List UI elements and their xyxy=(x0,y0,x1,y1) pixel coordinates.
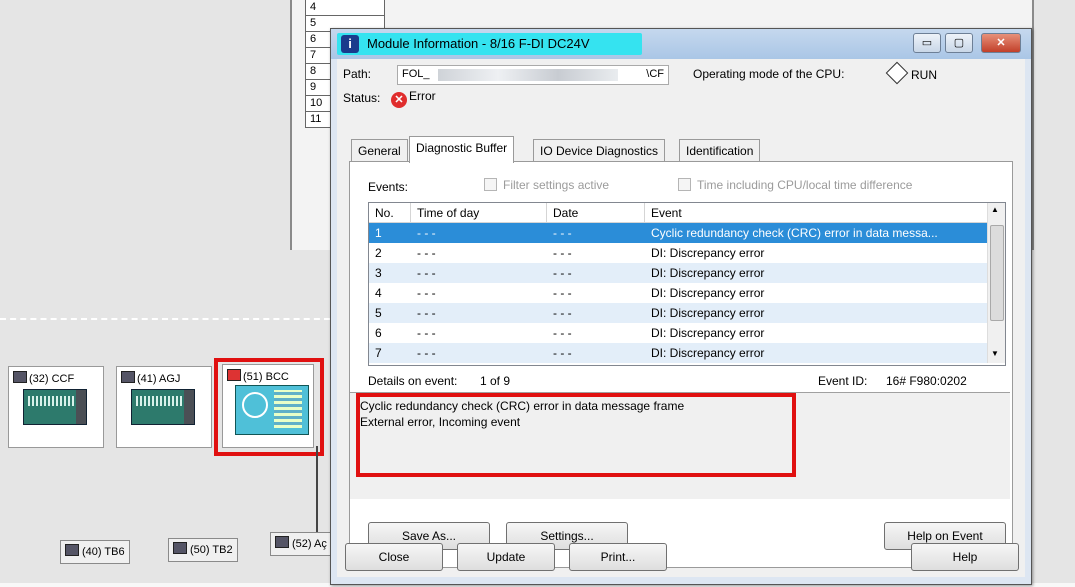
path-redacted xyxy=(438,69,618,81)
diagnostic-buffer-panel: Events: Filter settings active Time incl… xyxy=(349,161,1013,568)
device-52[interactable]: (52) Aç xyxy=(270,532,332,556)
run-diamond-icon xyxy=(885,61,909,85)
details-line: Cyclic redundancy check (CRC) error in d… xyxy=(360,399,685,413)
error-icon: ✕ xyxy=(391,92,407,108)
device-label: (32) CCF xyxy=(29,373,75,385)
device-label: (51) BCC xyxy=(243,371,289,383)
table-row[interactable]: 5 - - - - - - DI: Discrepancy error xyxy=(369,303,987,323)
path-value-end: \CF xyxy=(646,68,664,80)
module-information-dialog: i Module Information - 8/16 F-DI DC24V ▭… xyxy=(330,28,1032,585)
scrollbar-thumb[interactable] xyxy=(990,225,1004,321)
operating-mode-value: RUN xyxy=(885,61,937,85)
device-icon xyxy=(13,371,27,383)
device-icon xyxy=(121,371,135,383)
status-label: Status: xyxy=(343,91,381,105)
device-error-icon xyxy=(227,369,241,381)
close-button[interactable]: Close xyxy=(345,543,443,571)
device-label: (41) AGJ xyxy=(137,373,181,385)
path-label: Path: xyxy=(343,67,372,81)
dialog-title: Module Information - 8/16 F-DI DC24V xyxy=(367,36,590,51)
checkbox-icon xyxy=(484,178,497,191)
path-field[interactable]: FOL_ \CF xyxy=(397,65,669,85)
rack-image xyxy=(23,389,87,425)
et200-image xyxy=(235,385,309,435)
time-including-checkbox[interactable]: Time including CPU/local time difference xyxy=(678,178,912,192)
device-icon xyxy=(65,544,79,556)
device-icon xyxy=(275,536,289,548)
device-bcc[interactable]: (51) BCC xyxy=(222,364,314,448)
device-tb6[interactable]: (40) TB6 xyxy=(60,540,130,564)
column-header-no[interactable]: No. xyxy=(369,203,411,223)
update-button[interactable]: Update xyxy=(457,543,555,571)
minimize-button[interactable]: ▭ xyxy=(913,33,941,53)
print-button[interactable]: Print... xyxy=(569,543,667,571)
table-row[interactable]: 7 - - - - - - DI: Discrepancy error xyxy=(369,343,987,363)
table-row[interactable]: 3 - - - - - - DI: Discrepancy error xyxy=(369,263,987,283)
table-row[interactable]: 6 - - - - - - DI: Discrepancy error xyxy=(369,323,987,343)
tab-io-device-diagnostics[interactable]: IO Device Diagnostics xyxy=(533,139,666,162)
maximize-button[interactable]: ▢ xyxy=(945,33,973,53)
device-tb2[interactable]: (50) TB2 xyxy=(168,538,238,562)
help-button[interactable]: Help xyxy=(911,543,1019,571)
tab-identification[interactable]: Identification xyxy=(679,139,761,162)
device-ccf[interactable]: (32) CCF xyxy=(8,366,104,448)
filter-checkbox[interactable]: Filter settings active xyxy=(484,178,609,192)
operating-mode-label: Operating mode of the CPU: xyxy=(693,67,845,81)
tab-diagnostic-buffer[interactable]: Diagnostic Buffer xyxy=(409,136,515,163)
details-line: External error, Incoming event xyxy=(360,415,521,429)
network-dashed-line xyxy=(0,318,330,320)
table-row[interactable]: 2 - - - - - - DI: Discrepancy error xyxy=(369,243,987,263)
events-table[interactable]: No. Time of day Date Event 1 - - - - - -… xyxy=(368,202,1006,366)
device-agj[interactable]: (41) AGJ xyxy=(116,366,212,448)
close-icon[interactable]: ✕ xyxy=(981,33,1021,53)
column-header-date[interactable]: Date xyxy=(547,203,645,223)
slot-row[interactable]: 4 xyxy=(305,0,385,16)
connection-line xyxy=(316,446,318,536)
table-row[interactable]: 1 - - - - - - Cyclic redundancy check (C… xyxy=(369,223,987,243)
scroll-up-icon[interactable]: ▲ xyxy=(991,205,999,214)
dialog-content: Path: FOL_ \CF Operating mode of the CPU… xyxy=(337,59,1025,577)
details-position: 1 of 9 xyxy=(480,374,511,388)
event-id-label: Event ID: xyxy=(818,374,868,388)
scroll-down-icon[interactable]: ▼ xyxy=(991,349,999,358)
event-details-box[interactable]: Cyclic redundancy check (CRC) error in d… xyxy=(350,392,1010,499)
vertical-scrollbar[interactable]: ▲ ▼ xyxy=(987,203,1005,363)
column-header-event[interactable]: Event xyxy=(645,203,987,223)
info-icon: i xyxy=(341,35,359,53)
device-icon xyxy=(173,542,187,554)
table-row[interactable]: 4 - - - - - - DI: Discrepancy error xyxy=(369,283,987,303)
event-id-value: 16# F980:0202 xyxy=(886,374,967,388)
status-value: ✕ Error xyxy=(391,89,436,108)
column-header-time[interactable]: Time of day xyxy=(411,203,547,223)
checkbox-icon xyxy=(678,178,691,191)
details-label: Details on event: xyxy=(368,374,458,388)
rack-image xyxy=(131,389,195,425)
title-bar[interactable]: i Module Information - 8/16 F-DI DC24V ▭… xyxy=(331,29,1031,59)
events-label: Events: xyxy=(368,180,409,194)
tab-general[interactable]: General xyxy=(351,139,408,162)
path-value-start: FOL_ xyxy=(402,68,430,80)
